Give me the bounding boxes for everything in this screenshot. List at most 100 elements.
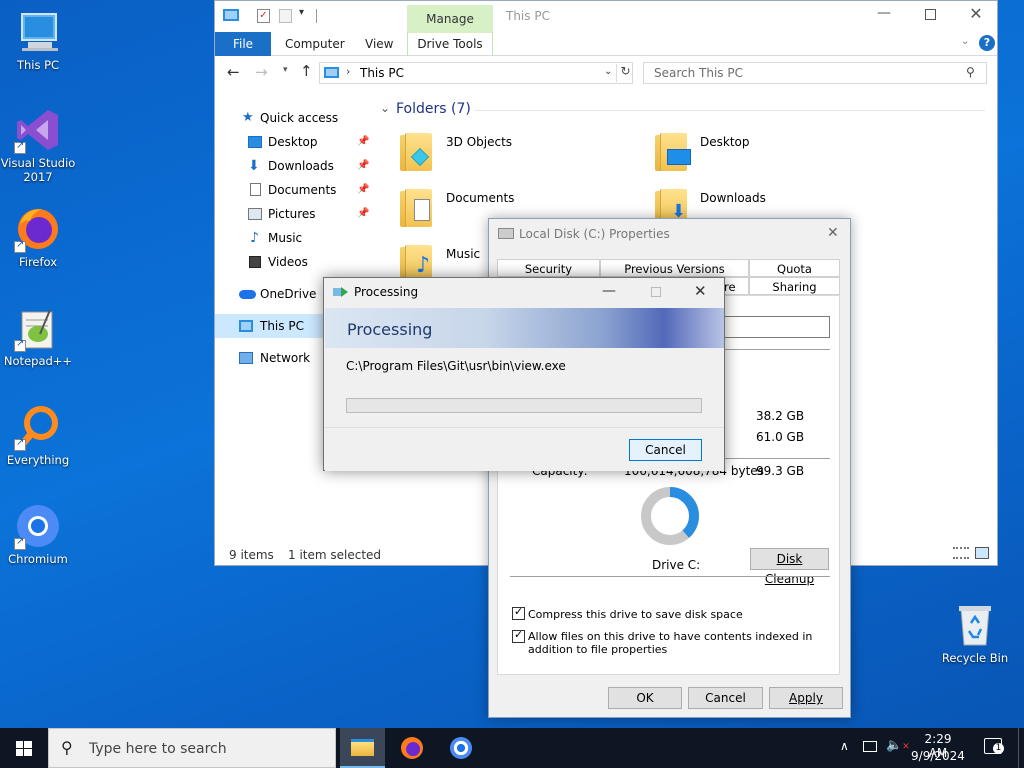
folder-documents-icon[interactable] [400,187,438,227]
close-button[interactable]: ✕ [961,4,991,24]
visual-studio-icon [14,106,62,154]
address-dropdown-icon[interactable]: ⌄ [604,66,612,77]
desktop-icon-label: This PC [16,58,60,72]
folders-group-header[interactable]: Folders (7) [396,101,471,117]
nav-videos[interactable]: Videos [215,250,375,274]
desktop-icon-recycle-bin[interactable]: Recycle Bin [936,601,1014,665]
folder-3d-objects-icon[interactable] [400,131,438,171]
maximize-button[interactable] [915,5,945,25]
tab-computer[interactable]: Computer [285,32,345,56]
desktop-icon-everything[interactable]: Everything [0,403,76,467]
clock-date[interactable]: 9/9/2024 [910,749,966,763]
processing-maximize-button [651,287,661,297]
network-icon [239,352,253,364]
minimize-button[interactable]: — [869,5,899,25]
ok-button[interactable]: OK [608,687,682,709]
tab-quota[interactable]: Quota [749,259,840,277]
nav-pictures[interactable]: Pictures 📌 [215,202,375,226]
recent-locations-icon[interactable]: ▾ [283,65,288,75]
help-icon[interactable]: ? [979,35,995,51]
music-icon: ♪ [250,230,259,246]
everything-icon [14,403,62,451]
forward-arrow-icon[interactable]: → [255,63,268,81]
taskbar-file-explorer-button[interactable] [340,728,385,768]
folder-desktop-icon[interactable] [655,131,693,171]
recycle-bin-icon [951,601,999,649]
address-row: ← → ▾ ↑ › This PC ⌄ ↻ Search This PC ⚲ [215,57,997,91]
desktop-icon-chromium[interactable]: Chromium [0,502,76,566]
properties-quick-icon[interactable]: ✓ [257,9,270,23]
properties-title: Local Disk (C:) Properties [519,227,670,241]
breadcrumb-chevron-icon[interactable]: › [346,65,350,78]
show-desktop-button[interactable] [1018,728,1024,768]
folder-label[interactable]: Downloads [700,191,766,205]
volume-muted-icon[interactable]: 🔈✕ [886,738,910,753]
folder-label[interactable]: Documents [446,191,514,205]
drive-name-input[interactable] [723,316,830,338]
action-center-button[interactable]: 1 [984,738,1004,754]
videos-icon [249,256,261,268]
processing-close-button[interactable]: ✕ [694,282,707,300]
folder-label[interactable]: Music [446,247,480,261]
show-hidden-icons-icon[interactable]: ∧ [840,739,849,753]
tab-sharing[interactable]: Sharing [749,277,840,295]
properties-close-button[interactable]: ✕ [827,225,839,241]
title-separator [316,9,317,23]
pictures-icon [248,208,262,220]
address-bar[interactable]: › This PC ⌄ ↻ [319,62,633,84]
cloud-icon [239,290,256,299]
new-folder-quick-icon[interactable] [279,9,292,23]
customize-toolbar-icon[interactable]: ▾ [299,7,304,18]
desktop-icon-label: Everything [6,453,70,467]
taskbar-search-input[interactable]: Type here to search [89,741,227,757]
compress-checkbox[interactable] [512,605,525,620]
large-icons-view-icon[interactable] [975,547,989,559]
index-label[interactable]: Allow files on this drive to have conten… [528,630,828,656]
desktop-icon-visual-studio[interactable]: Visual Studio 2017 [0,106,76,184]
nav-documents[interactable]: Documents 📌 [215,178,375,202]
folder-label[interactable]: Desktop [700,135,750,149]
processing-header-text: Processing [347,320,433,339]
details-view-icon[interactable] [953,547,969,559]
network-tray-icon[interactable] [863,741,877,752]
manage-context-tab[interactable]: Manage [407,5,493,33]
drive-label: Drive C: [652,558,701,572]
compress-label[interactable]: Compress this drive to save disk space [528,608,743,621]
up-arrow-icon[interactable]: ↑ [300,62,313,80]
desktop-icon-this-pc[interactable]: This PC [0,8,76,72]
search-icon: ⚲ [61,738,73,757]
search-input[interactable]: Search This PC [654,66,743,80]
cancel-button[interactable]: Cancel [688,687,763,709]
taskbar-chromium-button[interactable] [438,728,483,768]
tab-previous-versions[interactable]: Previous Versions [600,259,749,277]
apply-button[interactable]: Apply [769,687,843,709]
start-button[interactable] [0,728,48,768]
back-arrow-icon[interactable]: ← [227,63,240,81]
ribbon-expand-icon[interactable]: ⌄ [961,36,969,47]
taskbar-search-box[interactable]: ⚲ Type here to search [48,728,336,768]
free-space-value: 61.0 GB [756,430,805,444]
tab-drive-tools[interactable]: Drive Tools [407,32,493,56]
disk-cleanup-button[interactable]: Disk Cleanup [750,548,829,586]
pin-icon: 📌 [357,184,370,195]
desktop-icon-notepadpp[interactable]: Notepad++ [0,304,76,368]
folder-label[interactable]: 3D Objects [446,135,512,149]
downloads-icon: ⬇ [248,158,260,174]
tab-view[interactable]: View [365,32,393,56]
refresh-icon[interactable]: ↻ [616,64,634,82]
nav-quick-access[interactable]: ★ Quick access [215,106,375,130]
taskbar-firefox-button[interactable] [389,728,434,768]
tab-file[interactable]: File [215,32,271,56]
processing-minimize-button[interactable]: — [602,283,616,299]
nav-desktop[interactable]: Desktop 📌 [215,130,375,154]
search-box[interactable]: Search This PC ⚲ [643,62,987,84]
pin-icon: 📌 [357,136,370,147]
folders-group-chevron-icon[interactable]: ⌄ [380,101,390,115]
nav-music[interactable]: ♪ Music [215,226,375,250]
desktop-folder-icon [248,136,262,148]
tab-security[interactable]: Security [497,259,600,277]
desktop-icon-firefox[interactable]: Firefox [0,205,76,269]
processing-cancel-button[interactable]: Cancel [629,439,702,461]
index-checkbox[interactable] [512,628,525,643]
nav-downloads[interactable]: ⬇ Downloads 📌 [215,154,375,178]
